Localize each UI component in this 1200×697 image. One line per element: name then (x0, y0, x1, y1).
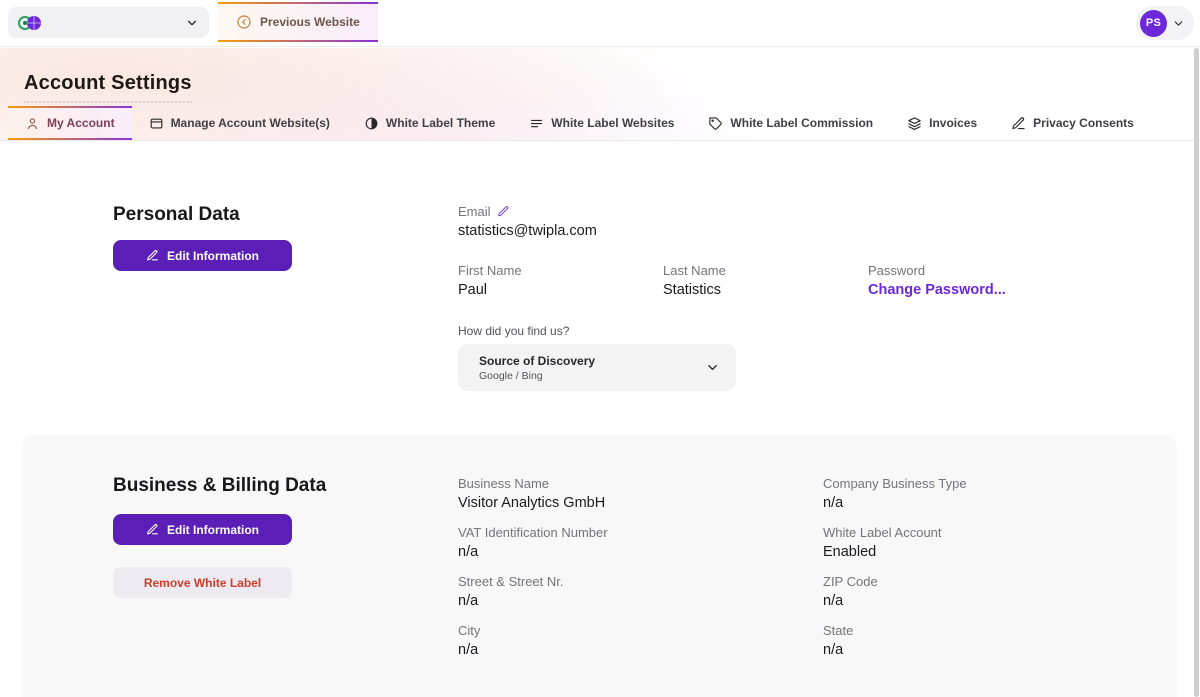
change-password-link[interactable]: Change Password... (868, 282, 1073, 298)
settings-tab-bar: My Account Manage Account Website(s) Whi… (8, 106, 1151, 140)
edit-business-information-button[interactable]: Edit Information (113, 514, 292, 545)
website-selector[interactable] (8, 7, 209, 38)
business-field: City n/a (458, 623, 823, 672)
business-field: Company Business Type n/a (823, 476, 1188, 525)
chevron-down-icon (1172, 17, 1185, 30)
previous-website-button[interactable]: Previous Website (218, 2, 378, 42)
pen-icon (1011, 116, 1026, 131)
tab-label: Invoices (929, 116, 977, 130)
password-field: Password Change Password... (868, 263, 1073, 298)
page-header-band: Account Settings My Account Manage Accou… (0, 48, 1200, 141)
business-field: Business Name Visitor Analytics GmbH (458, 476, 823, 525)
edit-email-icon[interactable] (497, 205, 510, 218)
window-icon (149, 116, 164, 131)
tab-white-label-websites[interactable]: White Label Websites (512, 106, 691, 140)
website-logo-icon (18, 15, 42, 31)
tab-label: Manage Account Website(s) (171, 116, 330, 130)
tab-my-account[interactable]: My Account (8, 106, 132, 140)
user-icon (25, 116, 40, 131)
previous-website-label: Previous Website (260, 15, 360, 29)
remove-white-label-button[interactable]: Remove White Label (113, 567, 292, 598)
last-name-field: Last Name Statistics (663, 263, 868, 298)
first-name-field: First Name Paul (458, 263, 663, 298)
vertical-scrollbar[interactable] (1194, 48, 1199, 697)
tab-label: Privacy Consents (1033, 116, 1134, 130)
contrast-icon (364, 116, 379, 131)
business-billing-heading: Business & Billing Data (113, 475, 326, 497)
tab-label: White Label Commission (730, 116, 873, 130)
list-icon (529, 116, 544, 131)
layers-icon (907, 116, 922, 131)
arrow-left-circle-icon (236, 14, 252, 30)
email-value: statistics@twipla.com (458, 223, 597, 239)
last-name-label: Last Name (663, 263, 868, 278)
chevron-down-icon (705, 360, 720, 375)
dropdown-title: Source of Discovery (479, 354, 595, 368)
avatar: PS (1140, 10, 1167, 37)
top-header: Previous Website PS (0, 0, 1200, 47)
source-of-discovery-dropdown[interactable]: Source of Discovery Google / Bing (458, 344, 736, 391)
tab-privacy-consents[interactable]: Privacy Consents (994, 106, 1151, 140)
business-field: White Label Account Enabled (823, 525, 1188, 574)
last-name-value: Statistics (663, 282, 868, 298)
business-field: VAT Identification Number n/a (458, 525, 823, 574)
business-billing-card: Business & Billing Data Edit Information… (22, 435, 1177, 697)
tag-icon (708, 116, 723, 131)
password-label: Password (868, 263, 1073, 278)
email-label: Email (458, 204, 491, 219)
tab-label: White Label Websites (551, 116, 674, 130)
business-field: Street & Street Nr. n/a (458, 574, 823, 623)
first-name-label: First Name (458, 263, 663, 278)
tab-label: White Label Theme (386, 116, 495, 130)
dropdown-selected-value: Google / Bing (479, 370, 595, 382)
business-field: ZIP Code n/a (823, 574, 1188, 623)
page-title: Account Settings (24, 72, 192, 103)
first-name-value: Paul (458, 282, 663, 298)
pencil-icon (146, 249, 159, 262)
tab-white-label-commission[interactable]: White Label Commission (691, 106, 890, 140)
business-field: State n/a (823, 623, 1188, 672)
business-fields-grid: Business Name Visitor Analytics GmbH Com… (458, 476, 1188, 672)
personal-data-heading: Personal Data (113, 204, 240, 226)
main-content: Personal Data Edit Information Email sta… (0, 141, 1200, 697)
pencil-icon (146, 523, 159, 536)
chevron-down-icon (185, 16, 199, 30)
email-field: Email statistics@twipla.com (458, 204, 597, 239)
find-us-label: How did you find us? (458, 324, 569, 338)
tab-white-label-theme[interactable]: White Label Theme (347, 106, 512, 140)
tab-label: My Account (47, 116, 115, 130)
tab-manage-account-websites[interactable]: Manage Account Website(s) (132, 106, 347, 140)
account-menu[interactable]: PS (1136, 6, 1194, 40)
tab-invoices[interactable]: Invoices (890, 106, 994, 140)
edit-personal-information-button[interactable]: Edit Information (113, 240, 292, 271)
